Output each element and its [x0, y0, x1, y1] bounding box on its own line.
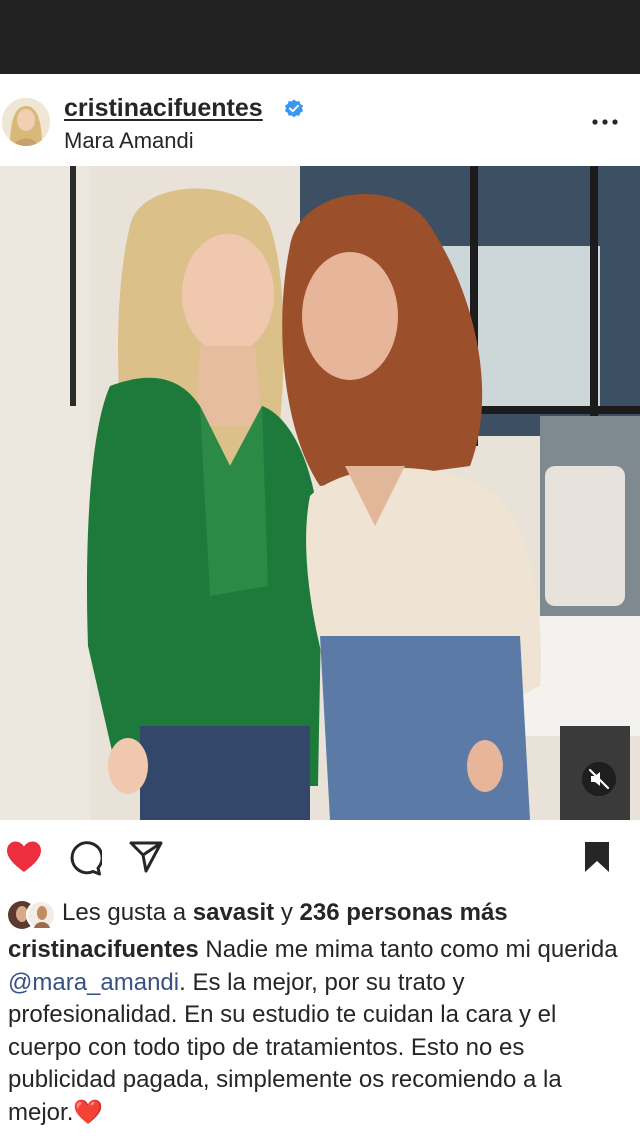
post-username[interactable]: cristinacifuentes	[64, 94, 263, 123]
likes-prefix: Les gusta a	[62, 899, 187, 926]
heart-emoji: ❤️	[73, 1098, 104, 1126]
profile-avatar[interactable]	[2, 98, 50, 146]
muted-audio-icon[interactable]	[582, 762, 616, 796]
heart-icon[interactable]	[5, 840, 43, 874]
liker-avatars[interactable]	[8, 900, 56, 930]
send-icon[interactable]	[128, 840, 164, 874]
verified-badge-icon	[285, 99, 303, 118]
caption-author[interactable]: cristinacifuentes	[8, 936, 199, 963]
more-options-icon[interactable]	[590, 108, 620, 136]
post-location[interactable]: Mara Amandi	[64, 128, 194, 154]
likes-text: Les gusta a savasit y 236 personas más	[62, 899, 508, 927]
post-photo	[0, 166, 640, 820]
likes-count[interactable]: 236 personas más	[300, 899, 508, 926]
caption-text-1: Nadie me mima tanto como mi querida	[198, 936, 618, 963]
liker-username[interactable]: savasit	[193, 899, 274, 926]
post-caption: cristinacifuentes Nadie me mima tanto co…	[8, 934, 632, 1129]
likes-connector: y	[280, 899, 293, 926]
caption-mention[interactable]: @mara_amandi	[8, 969, 179, 996]
post-image[interactable]	[0, 166, 640, 820]
status-bar	[0, 0, 640, 74]
bookmark-icon[interactable]	[583, 840, 611, 874]
avatar-image	[2, 98, 50, 146]
comment-icon[interactable]	[66, 840, 102, 876]
